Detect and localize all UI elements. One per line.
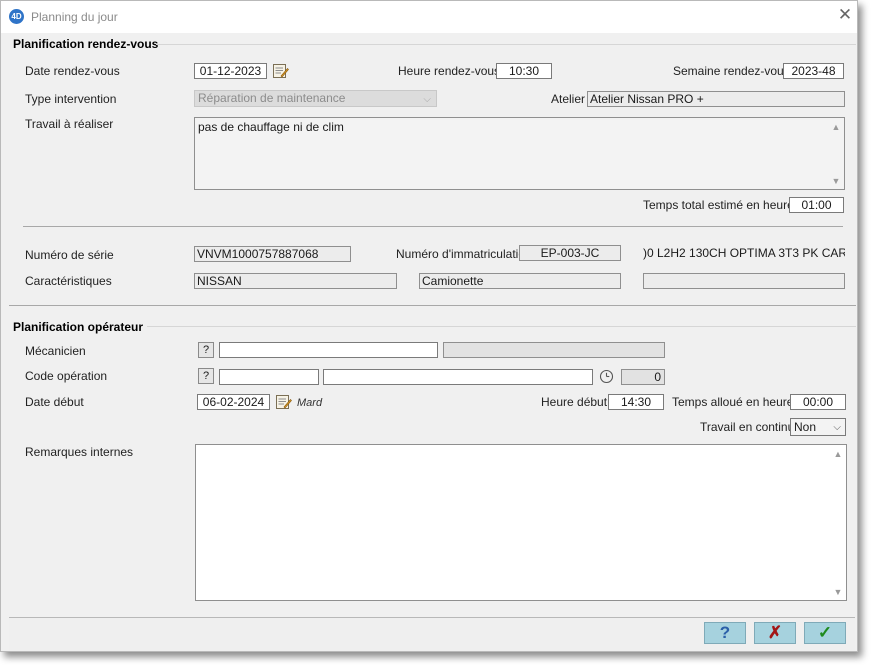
semaine-rdv-field[interactable]: 2023-48 [783,63,844,79]
remarques-textarea[interactable]: ▲ ▼ [195,444,847,601]
ok-button[interactable]: ✓ [804,622,846,644]
section-divider [147,326,856,327]
numero-serie-field: VNVM1000757887068 [194,246,351,262]
genre-field: Camionette [419,273,621,289]
marque-field: NISSAN [194,273,397,289]
remarques-label: Remarques internes [25,445,134,459]
section-separator [9,305,856,306]
temps-alloue-label: Temps alloué en heures [672,395,800,409]
help-button[interactable]: ? [704,622,746,644]
travail-text: pas de chauffage ni de clim [198,120,344,134]
mecanicien-label: Mécanicien [25,344,86,358]
code-operation-field[interactable] [219,369,319,385]
immatriculation-field: EP-003-JC [519,245,621,261]
type-intervention-label: Type intervention [25,92,117,106]
clock-icon [599,369,614,387]
type-intervention-select[interactable]: Réparation de maintenance ⌵ [194,90,437,107]
numero-serie-label: Numéro de série [25,248,114,262]
type-intervention-value: Réparation de maintenance [198,91,346,105]
code-operation-time-field: 0 [621,369,665,385]
section-title-operateur: Planification opérateur [13,320,144,334]
window-title: Planning du jour [31,10,118,24]
continu-label: Travail en continu [700,420,795,434]
date-rdv-label: Date rendez-vous [25,64,120,78]
divider [23,226,843,227]
temps-alloue-field[interactable]: 00:00 [790,394,846,410]
scroll-up-icon[interactable]: ▲ [832,448,844,460]
heure-debut-field[interactable]: 14:30 [608,394,664,410]
extra-field [643,273,845,289]
calendar-icon[interactable] [272,62,289,82]
section-divider [156,44,856,45]
section-title-rendez-vous: Planification rendez-vous [13,37,159,51]
date-debut-day: Mard [297,397,323,409]
travail-label: Travail à réaliser [25,117,114,131]
mecanicien-field[interactable] [219,342,438,358]
continu-value: Non [794,420,817,434]
mecanicien-name-field [443,342,665,358]
date-debut-label: Date début [25,395,84,409]
atelier-field: Atelier Nissan PRO + [587,91,845,107]
close-icon[interactable]: ✕ [835,5,855,25]
scroll-down-icon[interactable]: ▼ [830,175,842,187]
travail-textarea[interactable]: pas de chauffage ni de clim ▲ ▼ [194,117,845,190]
chevron-down-icon: ⌵ [423,94,431,105]
dialog-window: 4D Planning du jour ✕ Planification rend… [0,0,858,652]
mecanicien-help-button[interactable]: ? [198,342,214,358]
chevron-down-icon: ⌵ [833,422,841,433]
immatriculation-label: Numéro d'immatriculation [396,247,532,261]
scroll-down-icon[interactable]: ▼ [832,586,844,598]
semaine-rdv-label: Semaine rendez-vous [673,64,790,78]
temps-total-label: Temps total estimé en heures [643,198,800,212]
continu-select[interactable]: Non ⌵ [790,418,846,436]
button-bar: ? ✗ ✓ [9,617,855,651]
date-rdv-field[interactable]: 01-12-2023 [194,63,267,79]
code-operation-help-button[interactable]: ? [198,368,214,384]
date-debut-field[interactable]: 06-02-2024 [197,394,270,410]
code-operation-label: Code opération [25,369,108,383]
heure-debut-label: Heure début [541,395,608,409]
temps-total-field[interactable]: 01:00 [789,197,844,213]
modele-field: )0 L2H2 130CH OPTIMA 3T3 PK CARGO [643,246,845,260]
heure-rdv-field[interactable]: 10:30 [496,63,552,79]
app-icon: 4D [9,9,24,24]
code-operation-desc-field[interactable] [323,369,593,385]
scroll-up-icon[interactable]: ▲ [830,121,842,133]
calendar-icon[interactable] [275,393,292,413]
caracteristiques-label: Caractéristiques [25,274,112,288]
heure-rdv-label: Heure rendez-vous [398,64,501,78]
title-bar: 4D Planning du jour ✕ [1,1,857,33]
atelier-label: Atelier [551,92,586,106]
cancel-button[interactable]: ✗ [754,622,796,644]
